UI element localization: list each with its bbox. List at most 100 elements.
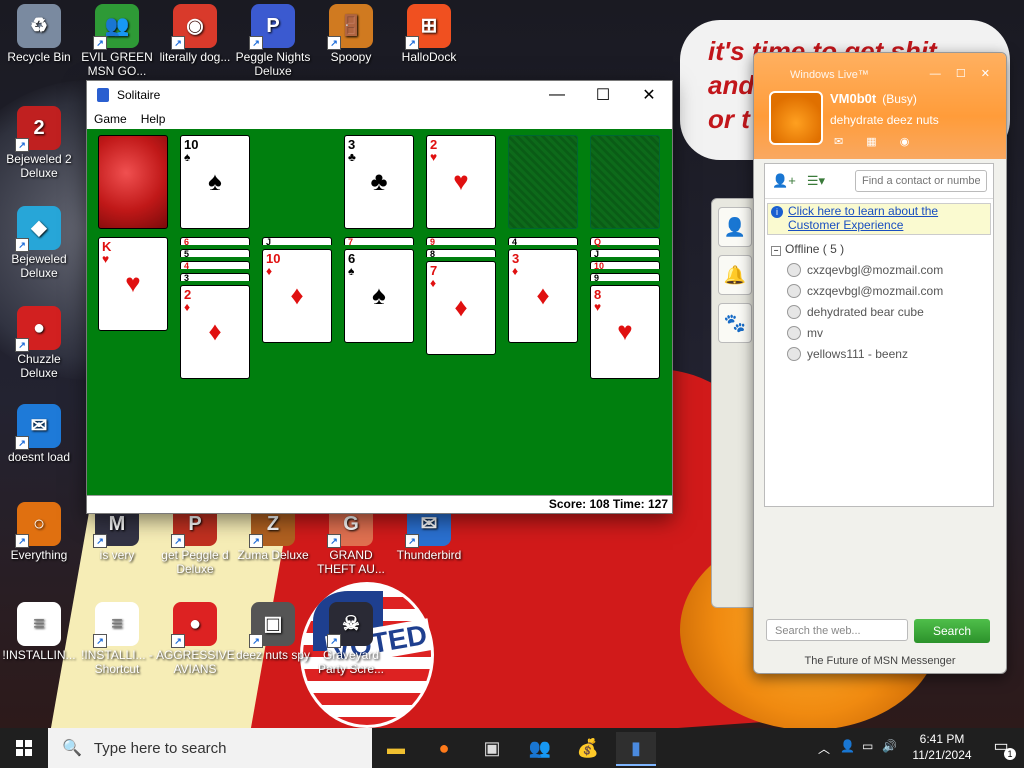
tableau-card-edge[interactable]: 9 (590, 273, 660, 283)
close-button[interactable]: ✕ (626, 81, 672, 109)
menu-game[interactable]: Game (87, 112, 134, 126)
desktop-icon-doesnt-load[interactable]: ✉ ↗ doesnt load (0, 404, 78, 464)
card-suit-icon: ♥ (102, 252, 110, 266)
foundation-card[interactable]: 2 ♥ ♥ (426, 135, 496, 229)
desktop-icon-installing2[interactable]: ≡ ↗ !INSTALLI... - Shortcut (78, 602, 156, 676)
chevron-up-icon[interactable]: ︿ (818, 740, 830, 757)
contacts-tab-icon[interactable]: 👤 (718, 207, 752, 247)
foundation-card[interactable]: 3 ♣ ♣ (344, 135, 414, 229)
display-picture[interactable] (769, 91, 823, 145)
msn-window-controls[interactable]: — ☐ ✕ (930, 67, 996, 80)
tableau-card-edge[interactable]: 10 (590, 261, 660, 271)
tableau-card-edge[interactable]: 6 (180, 237, 250, 247)
desktop-icon-label: Thunderbird (396, 548, 462, 562)
contact-item[interactable]: cxzqevbgl@mozmail.com (765, 280, 993, 301)
maximize-button[interactable]: ☐ (580, 81, 626, 109)
menu-help[interactable]: Help (134, 112, 173, 126)
collapse-icon[interactable]: − (771, 246, 781, 256)
bell-icon[interactable]: 🔔 (718, 255, 752, 295)
personal-message[interactable]: dehydrate deez nuts (830, 113, 939, 127)
tableau-card-edge[interactable]: 4 (180, 261, 250, 271)
tableau-card-edge[interactable]: 7 (344, 237, 414, 247)
list-options-icon[interactable]: ☰▾ (803, 170, 829, 192)
msn-tray-icon[interactable]: 👤 (840, 739, 855, 753)
contact-item[interactable]: dehydrated bear cube (765, 301, 993, 322)
web-search-input[interactable]: Search the web... (766, 619, 908, 641)
info-banner[interactable]: i Click here to learn about the Customer … (767, 203, 991, 235)
desktop-icon-label: EVIL GREEN MSN GO... (81, 50, 153, 78)
tableau-card[interactable]: K ♥ ♥ (98, 237, 168, 331)
tableau-card[interactable]: 2 ♦ ♦ (180, 285, 250, 379)
network-icon[interactable]: ▭ (862, 739, 873, 753)
notification-icon[interactable]: ▭ 1 (990, 736, 1016, 760)
tableau-card[interactable]: 6 ♠ ♠ (344, 249, 414, 343)
desktop-icon-label: Bejeweled 2 Deluxe (6, 152, 72, 180)
shortcut-arrow-icon: ↗ (93, 534, 107, 548)
search-button[interactable]: Search (914, 619, 990, 643)
card-suit-large-icon: ♥ (617, 316, 633, 346)
start-button[interactable] (0, 728, 48, 768)
tableau-card-edge[interactable]: J (262, 237, 332, 247)
desktop-icon-bejeweled2[interactable]: 2 ↗ Bejeweled 2 Deluxe (0, 106, 78, 180)
desktop-icon-chuzzle[interactable]: ● ↗ Chuzzle Deluxe (0, 306, 78, 380)
tableau-card[interactable]: 7 ♦ ♦ (426, 261, 496, 355)
desktop-icon-label: is very (99, 548, 135, 562)
clock[interactable]: 6:41 PM 11/21/2024 (906, 731, 978, 763)
desktop-icon-peggle-nights[interactable]: P ↗ Peggle Nights Deluxe (234, 4, 312, 78)
desktop-icon-aggressive-avians[interactable]: ● ↗ AGGRESSIVE AVIANS (156, 602, 235, 676)
game-table[interactable]: 10 ♠ ♠ 3 ♣ ♣ 2 ♥ ♥ K ♥ ♥ 6 5 4 3 2 ♦ ♦ J 10 ♦ ♦ 7 6 ♠ ♠ 9 8 7 ♦ ♦ 4 3 ♦ ♦ Q J… (87, 129, 672, 495)
find-contact-input[interactable] (855, 170, 987, 192)
shortcut-arrow-icon: ↗ (249, 534, 263, 548)
info-link[interactable]: Click here to learn about the Customer Ex… (788, 204, 938, 232)
solitaire-window[interactable]: Solitaire — ☐ ✕ Game Help 10 ♠ ♠ 3 ♣ ♣ 2 ♥ ♥ K ♥ ♥ 6… (86, 80, 673, 514)
desktop-icon-bejeweled[interactable]: ◆ ↗ Bejeweled Deluxe (0, 206, 78, 280)
tableau-card[interactable]: 3 ♦ ♦ (508, 249, 578, 343)
firefox-icon[interactable]: ● (424, 732, 464, 764)
solitaire-titlebar[interactable]: Solitaire — ☐ ✕ (87, 81, 672, 109)
offline-group[interactable]: − Offline ( 5 ) (765, 239, 993, 259)
desktop-icon-spoopy[interactable]: 🚪 ↗ Spoopy (312, 4, 390, 64)
money-bag-icon[interactable]: 💰 (568, 732, 608, 764)
tableau-card-edge[interactable]: 3 (180, 273, 250, 283)
add-contact-icon[interactable]: 👤+ (771, 170, 797, 192)
games-tab-icon[interactable]: 🐾 (718, 303, 752, 343)
contact-item[interactable]: cxzqevbgl@mozmail.com (765, 259, 993, 280)
desktop-icon-evil-green[interactable]: 👥 ↗ EVIL GREEN MSN GO... (78, 4, 156, 78)
tableau-card[interactable]: 10 ♦ ♦ (262, 249, 332, 343)
volume-icon[interactable]: 🔊 (882, 739, 897, 753)
solitaire-taskbar-icon[interactable]: ▮ (616, 732, 656, 766)
installing2-icon: ≡ ↗ (93, 602, 139, 648)
contact-name: dehydrated bear cube (807, 304, 924, 319)
tableau-card[interactable]: 8 ♥ ♥ (590, 285, 660, 379)
tableau-card-edge[interactable]: 5 (180, 249, 250, 259)
msn-taskbar-icon[interactable]: 👥 (520, 732, 560, 764)
clock-date: 11/21/2024 (912, 748, 972, 762)
app-window-icon[interactable]: ▣ (472, 732, 512, 764)
taskbar-search-placeholder: Type here to search (93, 739, 227, 757)
tableau-card-edge[interactable]: Q (590, 237, 660, 247)
stock-pile[interactable] (98, 135, 168, 229)
contact-item[interactable]: yellows111 - beenz (765, 343, 993, 364)
tableau-card-edge[interactable]: 9 (426, 237, 496, 247)
desktop-icon-recycle[interactable]: ♻ Recycle Bin (0, 4, 78, 64)
foundation-empty-slot[interactable] (590, 135, 660, 229)
tableau-card-edge[interactable]: J (590, 249, 660, 259)
display-name[interactable]: VM0b0t (Busy) (830, 91, 917, 106)
tableau-card-edge[interactable]: 4 (508, 237, 578, 247)
desktop-icon-graveyard[interactable]: ☠ ↗ Graveyard Party Scre... (312, 602, 390, 676)
desktop-icon-installing1[interactable]: ≡ !INSTALLIN... (0, 602, 78, 662)
taskbar-search[interactable]: 🔍 Type here to search (48, 728, 372, 768)
tableau-card-edge[interactable]: 8 (426, 249, 496, 259)
contact-item[interactable]: mv (765, 322, 993, 343)
header-quick-icons[interactable]: ✉ ▦ ◉ (834, 135, 919, 148)
foundation-empty-slot[interactable] (508, 135, 578, 229)
desktop-icon-everything[interactable]: ○ ↗ Everything (0, 502, 78, 562)
msn-messenger-window[interactable]: Windows Live™ — ☐ ✕ VM0b0t (Busy) dehydra… (753, 52, 1007, 674)
status-text[interactable]: (Busy) (882, 92, 917, 106)
minimize-button[interactable]: — (534, 81, 580, 109)
desktop-icon-hallodock[interactable]: ⊞ ↗ HalloDock (390, 4, 468, 64)
desktop-icon-deez-nuts-spy[interactable]: ▣ ↗ deez nuts spy (234, 602, 312, 662)
file-explorer-icon[interactable]: ▬ (376, 732, 416, 764)
waste-pile-card[interactable]: 10 ♠ ♠ (180, 135, 250, 229)
desktop-icon-chrome[interactable]: ◉ ↗ literally dog... (156, 4, 234, 64)
